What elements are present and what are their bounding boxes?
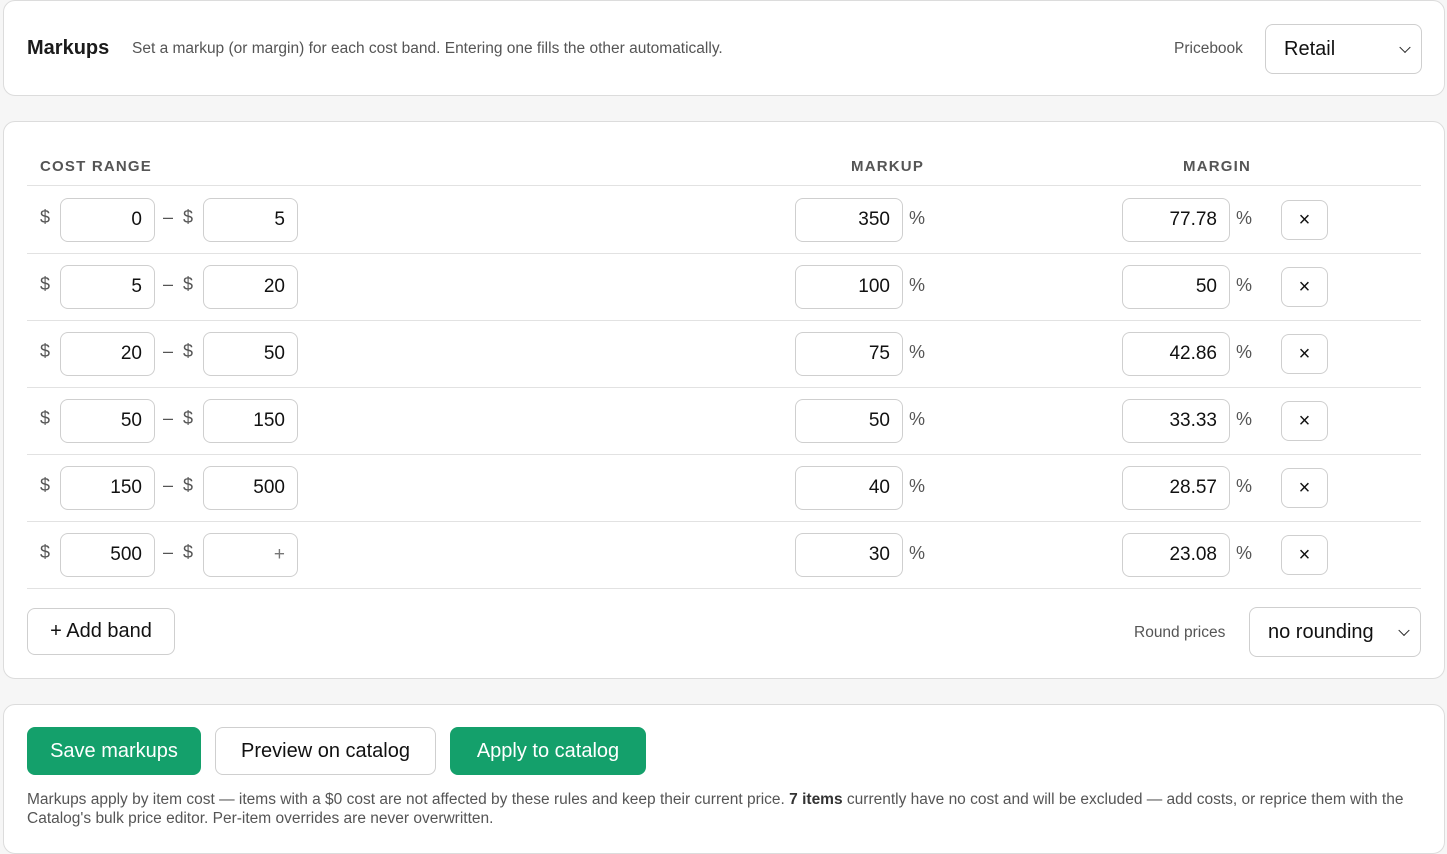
remove-band-button[interactable]: × bbox=[1281, 267, 1328, 307]
currency-symbol: $ bbox=[183, 475, 194, 495]
markup-input[interactable]: 50 bbox=[795, 399, 903, 443]
close-icon: × bbox=[1298, 275, 1311, 298]
markup-input[interactable]: 30 bbox=[795, 533, 903, 577]
close-icon: × bbox=[1298, 208, 1311, 231]
close-icon: × bbox=[1298, 409, 1311, 432]
percent-symbol: % bbox=[1236, 208, 1253, 228]
currency-symbol: $ bbox=[183, 408, 194, 428]
add-band-button[interactable]: + Add band bbox=[27, 608, 175, 655]
percent-symbol: % bbox=[1236, 543, 1253, 563]
page-description: Set a markup (or margin) for each cost b… bbox=[132, 40, 723, 57]
currency-symbol: $ bbox=[40, 341, 51, 361]
currency-symbol: $ bbox=[40, 475, 51, 495]
range-separator: – bbox=[163, 408, 174, 428]
band-row: $50– $150 50% 33.33% × bbox=[27, 387, 1421, 454]
band-row: $5– $20 100% 50% × bbox=[27, 253, 1421, 320]
save-markups-button[interactable]: Save markups bbox=[27, 727, 201, 775]
range-separator: – bbox=[163, 207, 174, 227]
band-row: $500– $ +30% 23.08% × bbox=[27, 521, 1421, 588]
margin-input[interactable]: 33.33 bbox=[1122, 399, 1230, 443]
actions-card: Save markups Preview on catalog Apply to… bbox=[3, 704, 1445, 854]
page-title: Markups bbox=[27, 37, 110, 59]
pricebook-select-value: Retail bbox=[1284, 37, 1336, 60]
remove-band-button[interactable]: × bbox=[1281, 200, 1328, 240]
range-separator: – bbox=[163, 274, 174, 294]
markup-input[interactable]: 100 bbox=[795, 265, 903, 309]
footnote-item-count: 7 items bbox=[789, 791, 843, 808]
currency-symbol: $ bbox=[183, 542, 194, 562]
cost-to-input[interactable]: 5 bbox=[203, 198, 298, 242]
pricebook-select[interactable]: Retail bbox=[1265, 24, 1422, 74]
cost-from-input[interactable]: 5 bbox=[60, 265, 155, 309]
pricebook-label: Pricebook bbox=[1174, 40, 1243, 57]
percent-symbol: % bbox=[909, 275, 926, 295]
cost-to-input[interactable]: 150 bbox=[203, 399, 298, 443]
percent-symbol: % bbox=[909, 409, 926, 429]
currency-symbol: $ bbox=[183, 274, 194, 294]
close-icon: × bbox=[1298, 476, 1311, 499]
column-header-margin: MARGIN bbox=[1183, 158, 1252, 175]
currency-symbol: $ bbox=[40, 542, 51, 562]
close-icon: × bbox=[1298, 543, 1311, 566]
range-separator: – bbox=[163, 341, 174, 361]
markup-input[interactable]: 40 bbox=[795, 466, 903, 510]
range-separator: – bbox=[163, 475, 174, 495]
percent-symbol: % bbox=[1236, 342, 1253, 362]
markup-input[interactable]: 75 bbox=[795, 332, 903, 376]
margin-input[interactable]: 42.86 bbox=[1122, 332, 1230, 376]
margin-input[interactable]: 77.78 bbox=[1122, 198, 1230, 242]
band-row: $20– $50 75% 42.86% × bbox=[27, 320, 1421, 387]
round-prices-label: Round prices bbox=[1134, 624, 1226, 641]
bands-card: COST RANGE MARKUP MARGIN $0– $5 350% 77.78%… bbox=[3, 121, 1445, 679]
margin-input[interactable]: 50 bbox=[1122, 265, 1230, 309]
remove-band-button[interactable]: × bbox=[1281, 401, 1328, 441]
cost-from-input[interactable]: 150 bbox=[60, 466, 155, 510]
round-prices-select[interactable]: no rounding bbox=[1249, 607, 1421, 657]
remove-band-button[interactable]: × bbox=[1281, 468, 1328, 508]
round-prices-select-value: no rounding bbox=[1268, 620, 1374, 643]
currency-symbol: $ bbox=[183, 207, 194, 227]
percent-symbol: % bbox=[909, 342, 926, 362]
markup-input[interactable]: 350 bbox=[795, 198, 903, 242]
percent-symbol: % bbox=[1236, 275, 1253, 295]
range-separator: – bbox=[163, 542, 174, 562]
cost-from-input[interactable]: 50 bbox=[60, 399, 155, 443]
cost-from-input[interactable]: 0 bbox=[60, 198, 155, 242]
currency-symbol: $ bbox=[40, 207, 51, 227]
preview-on-catalog-button[interactable]: Preview on catalog bbox=[215, 727, 436, 775]
cost-to-input[interactable]: + bbox=[203, 533, 298, 577]
chevron-down-icon bbox=[1398, 624, 1410, 637]
cost-to-input[interactable]: 500 bbox=[203, 466, 298, 510]
band-row: $150– $500 40% 28.57% × bbox=[27, 454, 1421, 521]
percent-symbol: % bbox=[1236, 476, 1253, 496]
cost-from-input[interactable]: 500 bbox=[60, 533, 155, 577]
percent-symbol: % bbox=[1236, 409, 1253, 429]
percent-symbol: % bbox=[909, 208, 926, 228]
percent-symbol: % bbox=[909, 543, 926, 563]
band-row: $0– $5 350% 77.78% × bbox=[27, 186, 1421, 253]
currency-symbol: $ bbox=[40, 408, 51, 428]
remove-band-button[interactable]: × bbox=[1281, 535, 1328, 575]
apply-to-catalog-button[interactable]: Apply to catalog bbox=[450, 727, 646, 775]
row-divider bbox=[27, 588, 1421, 589]
cost-to-input[interactable]: 20 bbox=[203, 265, 298, 309]
currency-symbol: $ bbox=[40, 274, 51, 294]
margin-input[interactable]: 23.08 bbox=[1122, 533, 1230, 577]
footnote: Markups apply by item cost — items with … bbox=[27, 790, 1427, 828]
margin-input[interactable]: 28.57 bbox=[1122, 466, 1230, 510]
chevron-down-icon bbox=[1399, 41, 1411, 54]
column-header-markup: MARKUP bbox=[851, 158, 925, 175]
cost-to-input[interactable]: 50 bbox=[203, 332, 298, 376]
cost-from-input[interactable]: 20 bbox=[60, 332, 155, 376]
header-card: Markups Set a markup (or margin) for eac… bbox=[3, 0, 1445, 96]
remove-band-button[interactable]: × bbox=[1281, 334, 1328, 374]
close-icon: × bbox=[1298, 342, 1311, 365]
currency-symbol: $ bbox=[183, 341, 194, 361]
column-header-cost-range: COST RANGE bbox=[40, 158, 153, 175]
percent-symbol: % bbox=[909, 476, 926, 496]
footnote-text: Markups apply by item cost — items with … bbox=[27, 791, 785, 808]
